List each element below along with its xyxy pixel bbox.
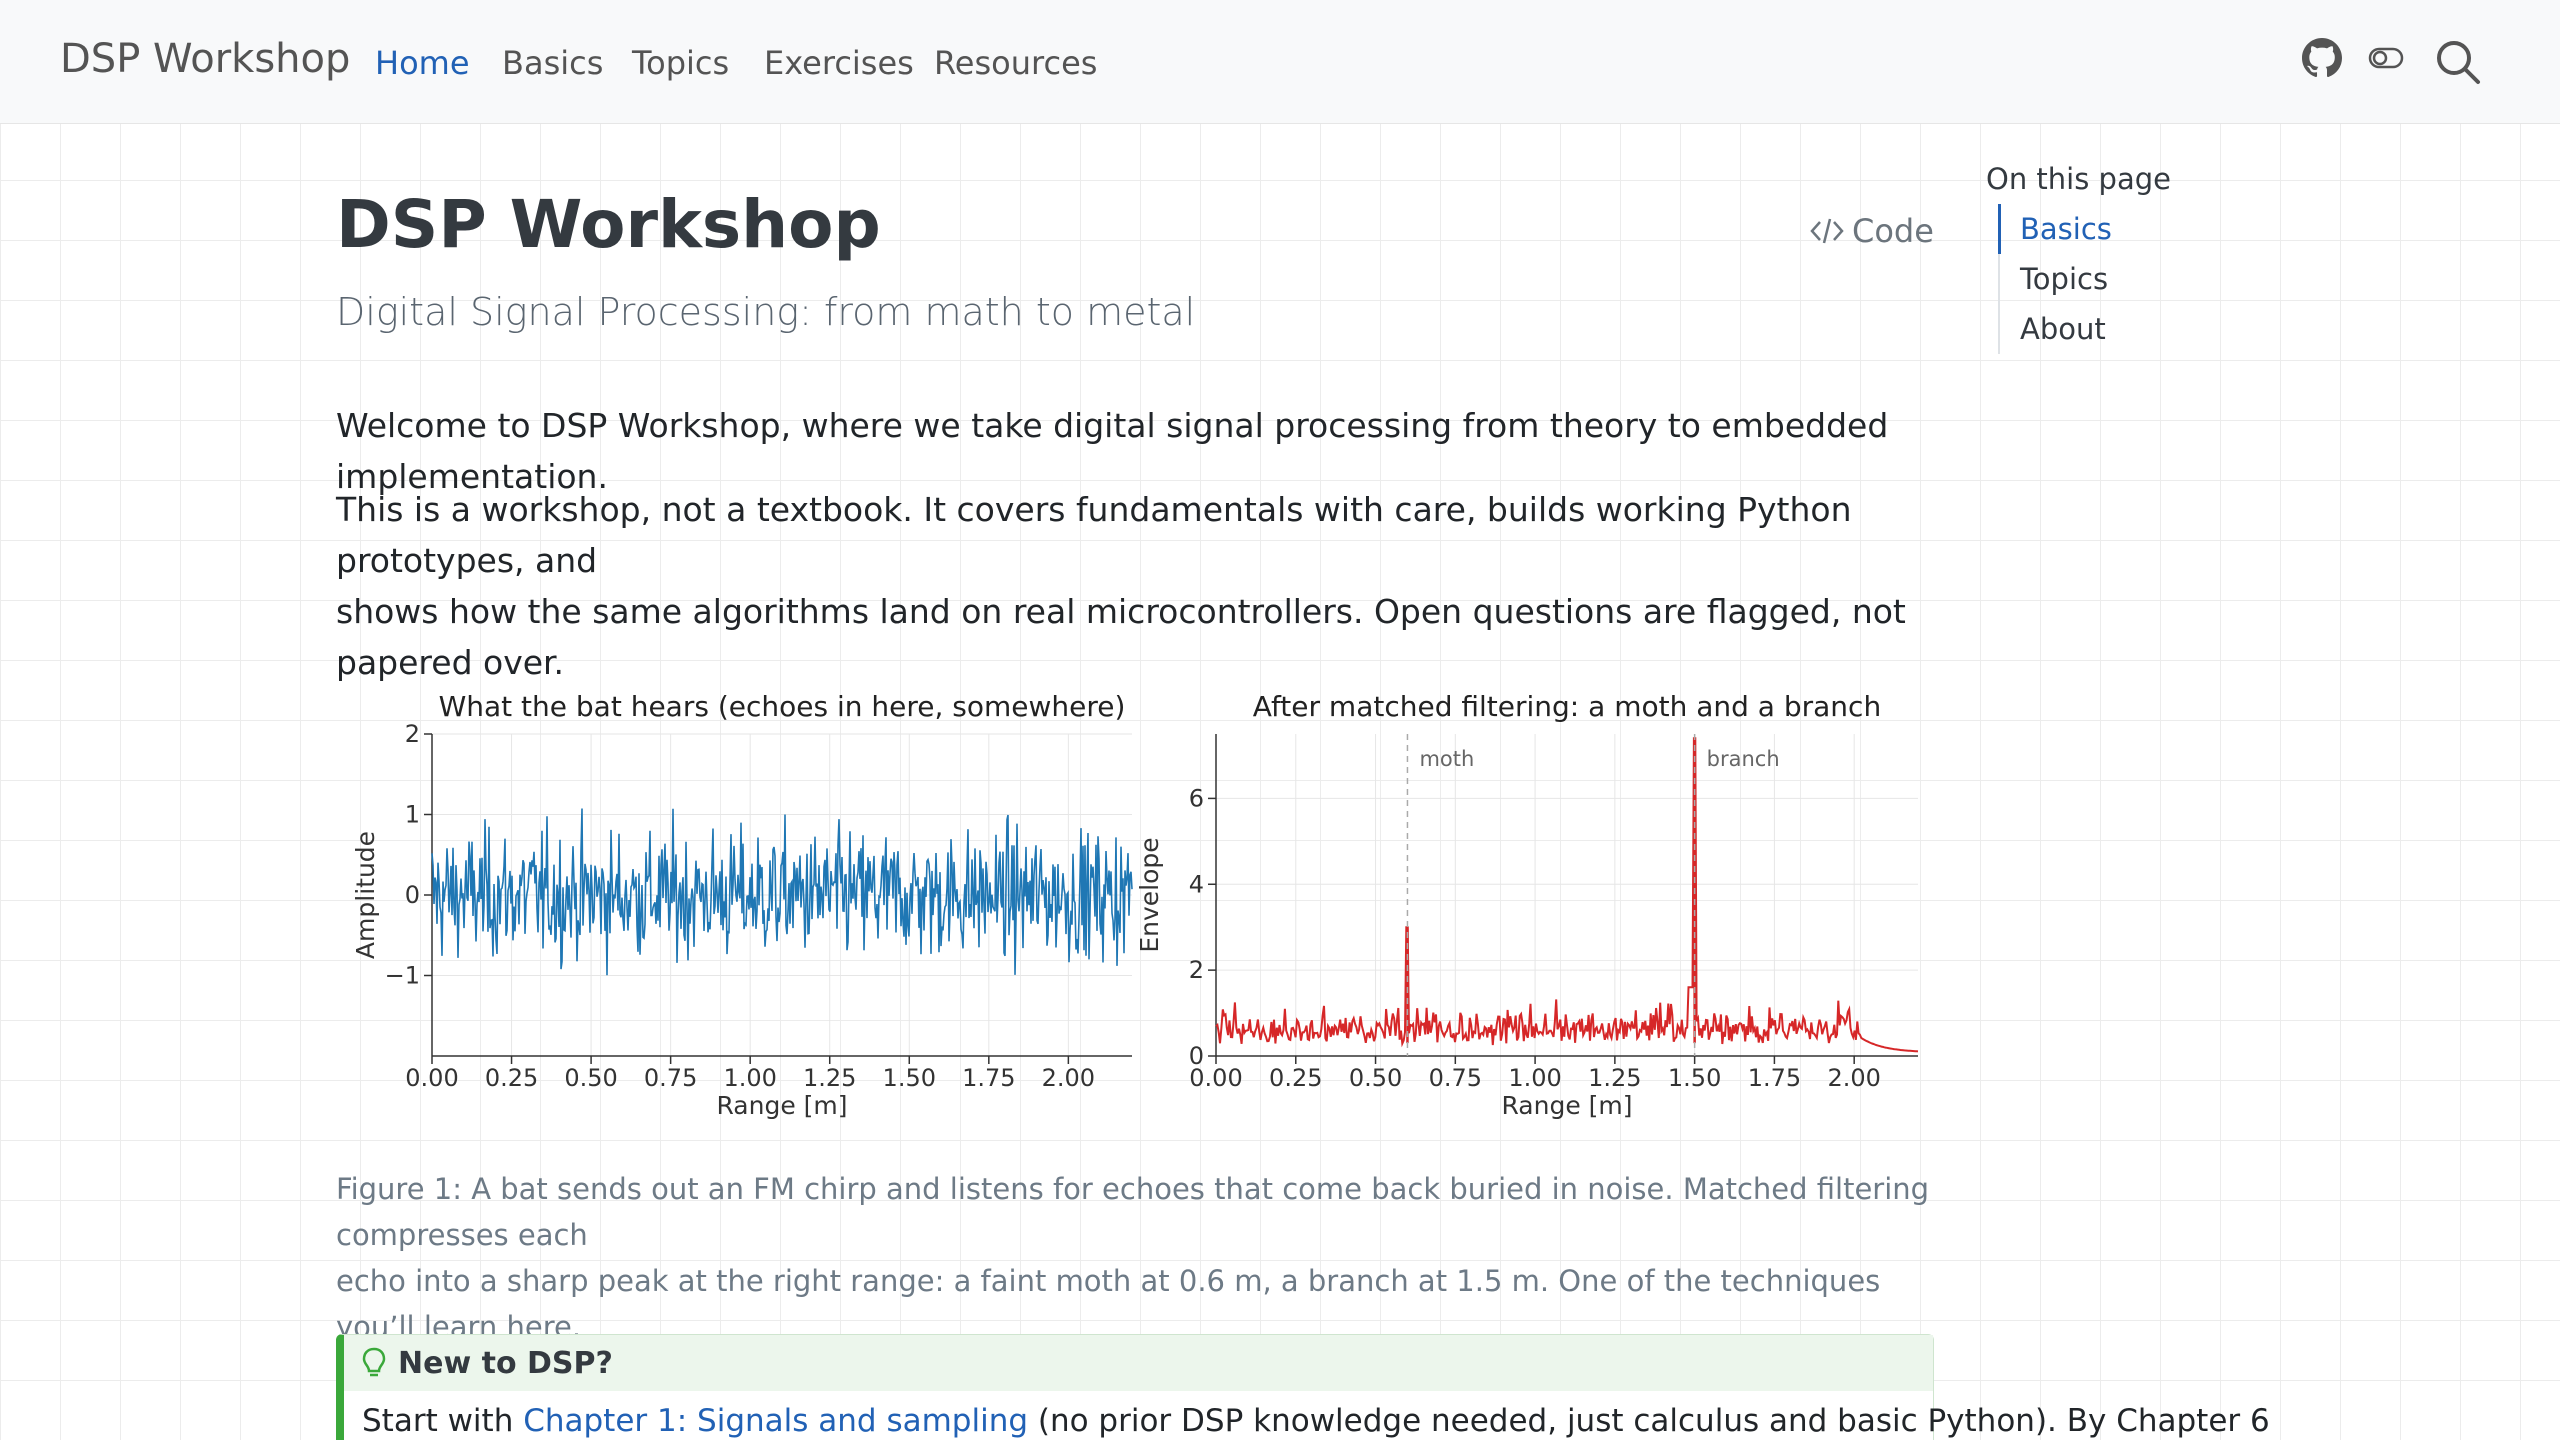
x-tick-label: 1.50	[1668, 1064, 1721, 1092]
y-tick-label: 2	[405, 720, 420, 748]
x-tick-label: 0.25	[1269, 1064, 1322, 1092]
y-tick-label: 2	[1189, 956, 1204, 984]
x-tick-label: 1.75	[962, 1064, 1015, 1092]
x-tick-label: 0.75	[1429, 1064, 1482, 1092]
x-axis-label: Range [m]	[1501, 1091, 1632, 1120]
toc-list: Basics Topics About	[1998, 204, 2112, 354]
x-tick-label: 2.00	[1827, 1064, 1880, 1092]
y-tick-label: −1	[385, 962, 420, 990]
page-title: DSP Workshop	[336, 186, 881, 263]
x-tick-label: 0.75	[644, 1064, 697, 1092]
toc-item-about[interactable]: About	[2000, 304, 2112, 354]
x-tick-label: 1.00	[723, 1064, 776, 1092]
x-tick-label: 1.25	[803, 1064, 856, 1092]
callout-body-post: (no prior DSP knowledge needed, just cal…	[1028, 1403, 2270, 1439]
x-tick-label: 0.50	[1349, 1064, 1402, 1092]
toc-item-basics[interactable]: Basics	[1998, 204, 2112, 254]
x-tick-label: 2.00	[1042, 1064, 1095, 1092]
y-axis-label: Envelope	[1135, 837, 1164, 952]
code-icon	[1810, 218, 1844, 244]
site-brand[interactable]: DSP Workshop	[60, 36, 350, 82]
y-tick-label: 4	[1189, 870, 1204, 898]
callout-body: Start with Chapter 1: Signals and sampli…	[344, 1391, 2270, 1439]
nav-topics[interactable]: Topics	[632, 44, 729, 82]
x-tick-label: 1.25	[1588, 1064, 1641, 1092]
code-label: Code	[1852, 212, 1934, 250]
github-icon[interactable]	[2302, 38, 2342, 86]
figure-caption-line1: Figure 1: A bat sends out an FM chirp an…	[336, 1172, 1930, 1252]
toggle-icon[interactable]	[2368, 46, 2404, 94]
toc-title: On this page	[1986, 162, 2171, 196]
y-tick-label: 0	[1189, 1042, 1204, 1070]
y-axis-label: Amplitude	[351, 831, 380, 959]
callout-title: New to DSP?	[398, 1345, 613, 1381]
chart-title: What the bat hears (echoes in here, some…	[439, 690, 1126, 723]
nav-basics[interactable]: Basics	[502, 44, 603, 82]
amplitude-series-line	[431, 808, 1133, 976]
chart-title: After matched filtering: a moth and a br…	[1253, 690, 1881, 723]
x-tick-label: 0.50	[564, 1064, 617, 1092]
y-tick-label: 6	[1189, 784, 1204, 812]
x-tick-label: 1.75	[1748, 1064, 1801, 1092]
search-icon[interactable]	[2434, 38, 2482, 86]
top-navbar: DSP Workshop Home Basics Topics Exercise…	[0, 0, 2560, 124]
figure-caption: Figure 1: A bat sends out an FM chirp an…	[336, 1166, 1946, 1350]
workshop-paragraph: This is a workshop, not a textbook. It c…	[336, 484, 1936, 688]
page-subtitle: Digital Signal Processing: from math to …	[336, 290, 1196, 334]
lightbulb-icon	[362, 1347, 386, 1377]
nav-home[interactable]: Home	[375, 44, 470, 82]
annotation-label-branch: branch	[1707, 747, 1780, 771]
annotation-label-moth: moth	[1419, 747, 1474, 771]
bat-echo-figure: 0.00 0.25 0.50 0.75 1.00 1.25 1.50 1.75 2.00 2 1 0 −…	[351, 690, 1919, 1120]
y-tick-label: 0	[405, 881, 420, 909]
x-tick-label: 1.00	[1508, 1064, 1561, 1092]
nav-exercises[interactable]: Exercises	[764, 44, 914, 82]
x-tick-label: 1.50	[883, 1064, 936, 1092]
new-to-dsp-callout: New to DSP? Start with Chapter 1: Signal…	[336, 1334, 2270, 1440]
chapter1-link[interactable]: Chapter 1: Signals and sampling	[523, 1403, 1028, 1439]
envelope-series-line	[1215, 737, 1919, 1053]
nav-resources[interactable]: Resources	[934, 44, 1097, 82]
x-tick-label: 0.00	[405, 1064, 458, 1092]
x-axis-label: Range [m]	[716, 1091, 847, 1120]
callout-header: New to DSP?	[344, 1335, 1933, 1391]
y-tick-label: 1	[405, 801, 420, 829]
code-toggle-button[interactable]: Code	[1810, 212, 1934, 250]
toc-item-topics[interactable]: Topics	[2000, 254, 2112, 304]
x-tick-label: 0.25	[485, 1064, 538, 1092]
callout-body-pre: Start with	[362, 1403, 524, 1439]
workshop-paragraph-line1: This is a workshop, not a textbook. It c…	[336, 490, 1852, 580]
